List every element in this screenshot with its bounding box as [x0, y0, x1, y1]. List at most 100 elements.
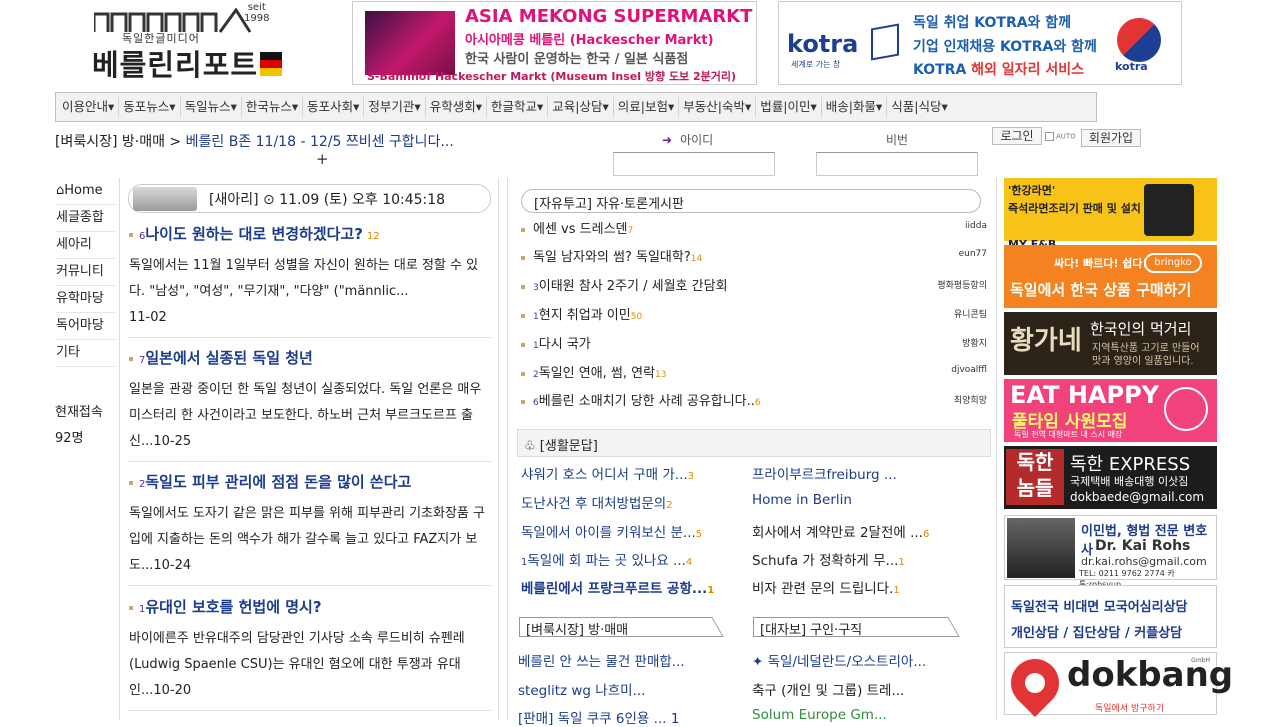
nav-item[interactable]: 법률|이민▾ [756, 97, 822, 117]
free-board-header[interactable]: [자유투고] 자유·토론게시판 [521, 189, 981, 213]
job-board-item[interactable]: ✦ 독일/네덜란드/오스트리아... [752, 650, 926, 670]
ad-eat-happy[interactable]: EAT HAPPY 풀타임 사원모집 독일 전역 대형마트 내 스시 매장 [1004, 379, 1217, 442]
nav-item[interactable]: 배송|화물▾ [822, 97, 888, 117]
post-title[interactable]: 베를린에서 프랑크푸르트 공항... [521, 581, 707, 597]
ad-counseling[interactable]: 독일전국 비대면 모국어심리상담 개인상담 / 집단상담 / 커플상담 [1004, 585, 1217, 648]
nav-item[interactable]: 이용안내▾ [58, 97, 120, 117]
ad-bringko[interactable]: 싸다! 빠르다! 쉽다! bringko 독일에서 한국 상품 구매하기 [1004, 245, 1217, 308]
sidebar-item[interactable]: 세아리 [55, 232, 116, 259]
ad-line: 독일에서 한국 상품 구매하기 [1010, 281, 1192, 299]
job-board-header[interactable]: [대자보] 구인·구직 [753, 617, 973, 638]
nav-item[interactable]: 유학생회▾ [426, 97, 487, 117]
free-board-row[interactable]: 1현지 취업과 이민50 유니콘팀 [521, 304, 987, 324]
post-title[interactable]: Home in Berlin [752, 492, 852, 508]
ad-description: 한국 사람이 운영하는 한국 / 일본 식품점 [465, 52, 689, 67]
ad-hwangane[interactable]: 황가네 한국인의 먹거리 지역특산품 고기로 만들어 맛과 영양이 일품입니다. [1004, 312, 1217, 375]
bullet-icon [521, 399, 525, 404]
post-title[interactable]: 회사에서 계약만료 2달전에 ... [752, 525, 923, 541]
ad-dokhan-express[interactable]: 독한 놈들 독한 EXPRESS 국제택배 배송대행 이삿짐 dokbaede@… [1004, 446, 1217, 509]
post-title[interactable]: Schufa 가 정확하게 무... [752, 553, 898, 569]
sidebar-item-home[interactable]: ⌂Home [55, 178, 116, 205]
nav-item[interactable]: 식품|식당▾ [887, 97, 952, 117]
bullet-icon [129, 232, 133, 237]
free-board-row[interactable]: 에센 vs 드레스덴7 iidda [521, 218, 987, 238]
post-title[interactable]: 에센 vs 드레스덴 [533, 222, 628, 237]
life-qa-row[interactable]: Schufa 가 정확하게 무...1 [752, 549, 905, 569]
login-button[interactable]: 로그인 [992, 127, 1042, 145]
article-title[interactable]: 2독일도 피부 관리에 점점 돈을 많이 쓴다고 [129, 472, 491, 495]
life-qa-header[interactable]: ♧ [생활문답] [517, 429, 991, 457]
post-title[interactable]: 독일인 연애, 썸, 연락 [539, 366, 655, 381]
post-title[interactable]: 도난사건 후 대처방법문의 [521, 496, 666, 512]
free-board-row[interactable]: 3이태원 참사 2주기 / 세월호 간담회 평화평등항의 [521, 275, 987, 295]
job-board-item[interactable]: 축구 (개인 및 그룹) 트레... [752, 679, 904, 699]
id-input[interactable] [613, 152, 775, 176]
life-qa-row[interactable]: 프라이부르크freiburg ... [752, 463, 897, 483]
ad-kotra[interactable]: kotra 세계로 가는 창 독일 취업 KOTRA와 함께 기업 인재채용 K… [778, 1, 1182, 85]
ad-lawyer[interactable]: 이민법, 형법 전문 변호사 Dr. Kai Rohs dr.kai.rohs@… [1004, 515, 1217, 589]
life-qa-row[interactable]: 베를린에서 프랑크푸르트 공항...1 [521, 577, 714, 597]
ticker-link[interactable]: 베를린 B존 11/18 - 12/5 쯔비센 구합니다... [186, 134, 454, 150]
sidebar-item[interactable]: 세글종합 [55, 205, 116, 232]
nav-item[interactable]: 정부기관▾ [364, 97, 426, 117]
post-title[interactable]: 다시 국가 [539, 337, 591, 352]
article-title-text[interactable]: 일본에서 실종된 독일 청년 [145, 349, 312, 367]
article-title-text[interactable]: 독일도 피부 관리에 점점 돈을 많이 쓴다고 [145, 473, 411, 491]
post-title[interactable]: 독일 남자와의 썸? 독일대학? [533, 250, 691, 265]
online-label: 현재접속 [55, 405, 103, 420]
nav-item[interactable]: 동포뉴스▾ [119, 97, 181, 117]
article-title-text[interactable]: 유대인 보호를 헌법에 명시? [145, 598, 321, 616]
join-button[interactable]: 회원가입 [1081, 129, 1141, 147]
life-qa-row[interactable]: 샤워기 호스 어디서 구매 가...3 [521, 463, 694, 483]
free-board-row[interactable]: 6베를린 소매치기 당한 사례 공유합니다..6 최양희망 [521, 390, 987, 410]
sidebar-item[interactable]: 기타 [55, 340, 116, 367]
password-input[interactable] [816, 152, 978, 176]
nav-item[interactable]: 한글학교▾ [487, 97, 549, 117]
auto-login-checkbox[interactable]: AUTO [1045, 132, 1076, 141]
free-board-row[interactable]: 독일 남자와의 썸? 독일대학?14 eun77 [521, 246, 987, 266]
article-title[interactable]: 1유대인 보호를 헌법에 명시? [129, 597, 491, 620]
free-board-row[interactable]: 1다시 국가 방황지 [521, 333, 987, 353]
nav-item[interactable]: 교육|상담▾ [548, 97, 614, 117]
life-qa-row[interactable]: 1독일에 회 파는 곳 있나요 ...4 [521, 549, 692, 569]
comment-count: 50 [630, 312, 643, 322]
post-title[interactable]: 프라이부르크freiburg ... [752, 467, 897, 483]
sidebar-item[interactable]: 유학마당 [55, 286, 116, 313]
post-title[interactable]: 이태원 참사 2주기 / 세월호 간담회 [539, 279, 728, 294]
article: 6나이도 원하는 대로 변경하겠다고? 12 독일에서는 11월 1일부터 성별을… [129, 224, 491, 331]
life-qa-row[interactable]: 회사에서 계약만료 2달전에 ...6 [752, 521, 929, 541]
post-title[interactable]: 독일에 회 파는 곳 있나요 ... [527, 553, 686, 569]
bullet-icon [521, 284, 525, 289]
nav-item[interactable]: 독일뉴스▾ [181, 97, 242, 117]
sidebar-item[interactable]: 독어마당 [55, 313, 116, 340]
life-qa-row[interactable]: 비자 관련 문의 드립니다.1 [752, 577, 900, 597]
job-board-item[interactable]: Solum Europe Gm... [752, 707, 887, 723]
article-title[interactable]: 6나이도 원하는 대로 변경하겠다고? 12 [129, 224, 491, 247]
ad-asia-mekong[interactable]: ASIA MEKONG SUPERMARKT 아시아메콩 베를린 (Hackes… [352, 1, 757, 85]
logo-name: 베를린리포트 [92, 48, 259, 82]
flea-market-item[interactable]: steglitz wg 나흐미... [518, 679, 645, 699]
ad-dokbang[interactable]: GmbH dokbang 독일에서 방구하기 [1001, 649, 1233, 717]
life-qa-row[interactable]: 독일에서 아이를 키워보신 분...5 [521, 521, 702, 541]
post-title[interactable]: 현지 취업과 이민 [539, 308, 631, 323]
flea-market-item[interactable]: [판매] 독일 쿠쿠 6인용 ... 1 [518, 707, 679, 727]
life-qa-row[interactable]: 도난사건 후 대처방법문의2 [521, 492, 673, 512]
nav-item[interactable]: 동포사회▾ [303, 97, 365, 117]
ad-hangang-ramen[interactable]: '한강라면'즉석라면조리기 판매 및 설치MY F&B [1004, 178, 1217, 251]
flea-market-item[interactable]: 베를린 안 쓰는 물건 판매합... [518, 650, 685, 670]
life-qa-row[interactable]: Home in Berlin [752, 492, 852, 508]
free-board-row[interactable]: 2독일인 연애, 썸, 연락13 djvoalffl [521, 362, 987, 382]
nav-item[interactable]: 부동산|숙박▾ [679, 97, 757, 117]
post-title[interactable]: 비자 관련 문의 드립니다. [752, 581, 893, 597]
post-title[interactable]: 베를린 소매치기 당한 사례 공유합니다.. [539, 394, 755, 409]
flea-market-header[interactable]: [벼룩시장] 방·매매 [519, 617, 737, 638]
article-title[interactable]: 7일본에서 실종된 독일 청년 [129, 348, 491, 371]
site-logo[interactable]: seit 1998 독일한글미디어 베를린리포트 [92, 2, 292, 82]
nav-item[interactable]: 한국뉴스▾ [242, 97, 304, 117]
plus-icon[interactable]: + [316, 150, 329, 168]
article-title-text[interactable]: 나이도 원하는 대로 변경하겠다고? [145, 225, 363, 243]
sidebar-item[interactable]: 커뮤니티 [55, 259, 116, 286]
post-title[interactable]: 독일에서 아이를 키워보신 분... [521, 525, 696, 541]
post-title[interactable]: 샤워기 호스 어디서 구매 가... [521, 467, 688, 483]
nav-item[interactable]: 의료|보험▾ [614, 97, 680, 117]
